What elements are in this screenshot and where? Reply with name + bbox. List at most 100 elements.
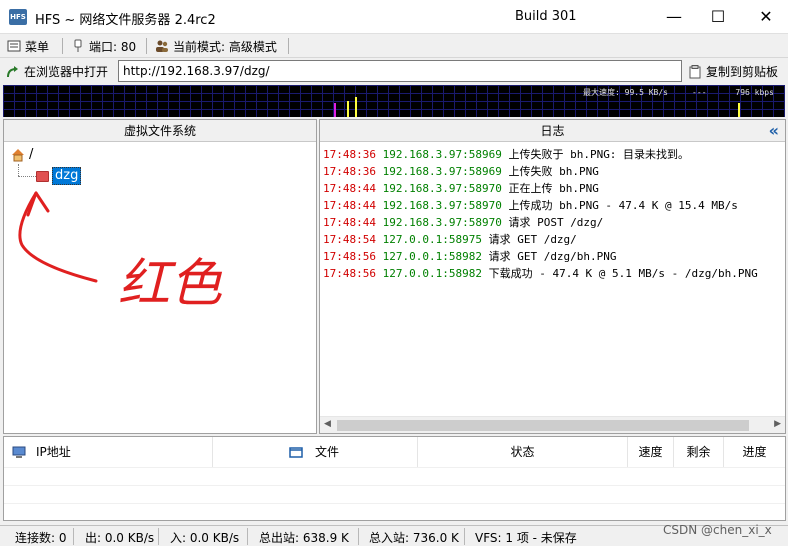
col-header-remaining[interactable]: 剩余: [674, 437, 724, 467]
log-line: 17:48:44 192.168.3.97:58970 请求 POST /dzg…: [323, 214, 769, 231]
menu-label: 菜单: [25, 39, 50, 54]
graph-spike: [347, 101, 349, 117]
log-message: 下载成功 - 47.4 K @ 5.1 MB/s - /dzg/bh.PNG: [488, 267, 758, 280]
log-panel-header: 日志 «: [320, 120, 785, 142]
status-divider: [464, 528, 465, 545]
log-message: 上传失败 bh.PNG: [508, 165, 599, 178]
plug-icon: [74, 39, 82, 52]
watermark-text: CSDN @chen_xi_x: [663, 523, 772, 537]
log-line: 17:48:36 192.168.3.97:58969 上传失败 bh.PNG: [323, 163, 769, 180]
close-button[interactable]: ✕: [744, 0, 788, 34]
table-row-divider: [4, 503, 785, 504]
log-message: 请求 GET /dzg/: [488, 233, 577, 246]
log-horizontal-scrollbar[interactable]: ◀ ▶: [320, 416, 785, 433]
status-divider: [158, 528, 159, 545]
log-line: 17:48:36 192.168.3.97:58969 上传失败于 bh.PNG…: [323, 146, 769, 163]
log-time: 17:48:44: [323, 199, 376, 212]
log-line: 17:48:56 127.0.0.1:58982 请求 GET /dzg/bh.…: [323, 248, 769, 265]
annotation-text: 红色: [118, 254, 223, 314]
status-divider: [247, 528, 248, 545]
graph-spike: [355, 97, 357, 117]
col-header-progress[interactable]: 进度: [724, 437, 785, 467]
col-header-file[interactable]: 文件: [213, 437, 418, 467]
log-time: 17:48:36: [323, 148, 376, 161]
status-divider: [73, 528, 74, 545]
graph-spike: [334, 103, 336, 117]
mode-label: 当前模式: 高级模式: [173, 39, 277, 54]
log-address: 127.0.0.1:58982: [382, 267, 482, 280]
status-vfs[interactable]: VFS: 1 项 - 未保存: [475, 529, 577, 546]
annotation-arrow-head: [26, 191, 50, 217]
log-line: 17:48:44 192.168.3.97:58970 正在上传 bh.PNG: [323, 180, 769, 197]
status-divider: [358, 528, 359, 545]
title-bar: HFS HFS ~ 网络文件服务器 2.4rc2 Build 301 — ☐ ✕: [0, 0, 788, 34]
log-panel-title: 日志: [540, 124, 565, 138]
hfs-logo-icon: HFS: [9, 9, 27, 25]
collapse-icon[interactable]: «: [769, 120, 779, 142]
scroll-left-icon[interactable]: ◀: [324, 419, 331, 429]
col-ip-label: IP地址: [36, 445, 71, 459]
log-message: 正在上传 bh.PNG: [508, 182, 599, 195]
toolbar-divider: [288, 38, 289, 54]
url-field[interactable]: http://192.168.3.97/dzg/: [118, 60, 682, 82]
scroll-right-icon[interactable]: ▶: [774, 419, 781, 429]
log-address: 192.168.3.97:58970: [382, 216, 502, 229]
log-panel: 日志 « 17:48:36 192.168.3.97:58969 上传失败于 b…: [319, 119, 786, 434]
port-button[interactable]: 端口: 80: [71, 38, 136, 54]
status-connections: 连接数: 0: [15, 531, 67, 545]
open-in-browser-label: 在浏览器中打开: [24, 65, 109, 79]
status-total-out: 总出站: 638.9 K: [259, 531, 349, 545]
log-time: 17:48:36: [323, 165, 376, 178]
build-label: Build 301: [515, 9, 577, 24]
toolbar-divider: [62, 38, 63, 54]
log-address: 192.168.3.97:58970: [382, 182, 502, 195]
log-time: 17:48:54: [323, 233, 376, 246]
copy-to-clipboard-label: 复制到剪贴板: [706, 65, 779, 79]
log-address: 127.0.0.1:58975: [382, 233, 482, 246]
log-address: 192.168.3.97:58969: [382, 148, 502, 161]
menu-icon: [7, 40, 21, 52]
col-header-status[interactable]: 状态: [418, 437, 628, 467]
open-in-browser-button[interactable]: 在浏览器中打开: [6, 63, 108, 80]
graph-speed-text: 最大速度: 99.5 KB/s --- 796 kbps: [583, 88, 774, 97]
log-message: 请求 POST /dzg/: [508, 216, 604, 229]
speed-graph: 最大速度: 99.5 KB/s --- 796 kbps: [3, 85, 785, 117]
log-message: 请求 GET /dzg/bh.PNG: [488, 250, 617, 263]
arrow-curve-icon: [7, 65, 18, 77]
log-address: 127.0.0.1:58982: [382, 250, 482, 263]
log-line: 17:48:44 192.168.3.97:58970 上传成功 bh.PNG …: [323, 197, 769, 214]
handwritten-annotation: 红色: [18, 191, 223, 314]
users-icon: [156, 40, 168, 52]
log-address: 192.168.3.97:58969: [382, 165, 502, 178]
graph-spike: [738, 103, 740, 117]
port-label: 端口: 80: [89, 39, 137, 54]
log-list: 17:48:36 192.168.3.97:58969 上传失败于 bh.PNG…: [323, 146, 769, 416]
log-time: 17:48:56: [323, 250, 376, 263]
toolbar-divider: [146, 38, 147, 54]
maximize-button[interactable]: ☐: [696, 0, 740, 34]
window-title: HFS ~ 网络文件服务器 2.4rc2: [35, 13, 216, 28]
col-header-ip[interactable]: IP地址: [4, 437, 213, 467]
scrollbar-thumb[interactable]: [337, 420, 749, 431]
log-line: 17:48:54 127.0.0.1:58975 请求 GET /dzg/: [323, 231, 769, 248]
log-message: 上传成功 bh.PNG - 47.4 K @ 15.4 MB/s: [508, 199, 738, 212]
url-bar: 在浏览器中打开 http://192.168.3.97/dzg/ 复制到剪贴板: [0, 59, 788, 84]
log-line: 17:48:56 127.0.0.1:58982 下载成功 - 47.4 K @…: [323, 265, 769, 282]
clipboard-icon: [689, 64, 701, 78]
log-time: 17:48:44: [323, 216, 376, 229]
col-file-label: 文件: [315, 445, 340, 459]
log-message: 上传失败于 bh.PNG: 目录未找到。: [508, 148, 690, 161]
toolbar: 菜单 端口: 80 当前模式: 高级模式: [0, 34, 788, 58]
status-out-speed: 出: 0.0 KB/s: [85, 531, 155, 545]
col-header-speed[interactable]: 速度: [628, 437, 674, 467]
copy-to-clipboard-button[interactable]: 复制到剪贴板: [688, 63, 778, 80]
window-icon: [289, 447, 303, 458]
log-address: 192.168.3.97:58970: [382, 199, 502, 212]
status-in-speed: 入: 0.0 KB/s: [170, 531, 240, 545]
table-row-divider: [4, 485, 785, 486]
computer-icon: [12, 446, 26, 458]
transfers-table: IP地址 文件 状态 速度 剩余 进度: [3, 436, 786, 521]
mode-button[interactable]: 当前模式: 高级模式: [155, 38, 277, 54]
menu-button[interactable]: 菜单: [7, 38, 49, 54]
minimize-button[interactable]: —: [652, 0, 696, 34]
